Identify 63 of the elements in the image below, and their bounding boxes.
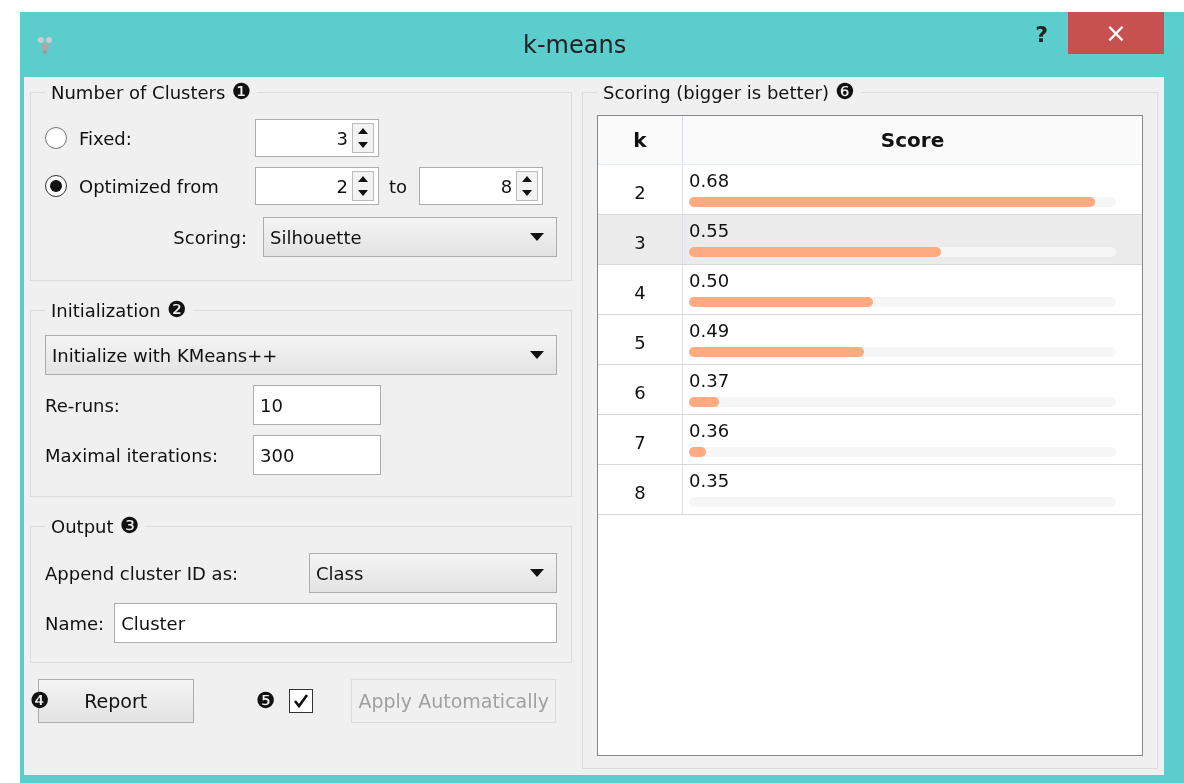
range-label: to <box>389 175 408 197</box>
table-row[interactable]: 3 0.55 <box>598 215 1142 265</box>
table-cell: 4 <box>598 265 683 314</box>
dropdown-caret-icon <box>530 569 544 577</box>
column-header[interactable]: Score <box>683 116 1142 164</box>
spin-arrows-icon[interactable] <box>516 171 539 201</box>
table-row[interactable]: 2 0.68 <box>598 165 1142 215</box>
group-title: Scoring (bigger is better) <box>603 81 829 103</box>
spin-arrows-icon[interactable] <box>352 123 374 153</box>
spin-arrows-icon[interactable] <box>352 171 374 201</box>
table-cell: 8 <box>598 465 683 514</box>
field-label: Maximal iterations: <box>45 444 219 466</box>
dropdown-caret-icon <box>530 233 544 241</box>
radio-label: Optimized from <box>79 175 220 197</box>
table-cell: 2 <box>598 165 683 214</box>
table-cell: 6 <box>598 365 683 414</box>
spin-field[interactable]: 8 <box>419 167 544 205</box>
group-title: Output <box>51 515 114 537</box>
group-title: Initialization <box>51 299 161 321</box>
close-button[interactable]: × <box>1068 12 1164 54</box>
initialization-dropdown[interactable]: Initialize with KMeans++ <box>45 335 557 375</box>
table-row[interactable]: 5 0.49 <box>598 315 1142 365</box>
scoring-dropdown[interactable]: Silhouette <box>263 217 557 257</box>
table-cell: 7 <box>598 415 683 464</box>
table-row[interactable]: 4 0.50 <box>598 265 1142 315</box>
help-button[interactable]: ? <box>1035 22 1048 47</box>
app-icon <box>36 34 54 55</box>
callout-marker: ❺ <box>255 690 276 712</box>
table-cell: 3 <box>598 215 683 264</box>
table-row[interactable]: 7 0.36 <box>598 415 1142 465</box>
table-cell-text: 0.49 <box>689 319 731 343</box>
spin-field[interactable]: 2 <box>255 167 379 205</box>
spin-field[interactable]: 3 <box>255 119 379 157</box>
table-cell-text: 0.68 <box>689 169 731 193</box>
callout-marker: ❷ <box>166 299 187 321</box>
group-title: Number of Clusters <box>51 81 226 103</box>
field-label: Name: <box>45 612 105 634</box>
checkmark-icon <box>292 692 311 710</box>
input-field[interactable]: 10 <box>253 385 381 425</box>
table-cell-text: 0.37 <box>689 369 731 393</box>
checkbox[interactable] <box>289 689 314 713</box>
table-cell-text: 0.35 <box>689 469 731 493</box>
table-cell-text: 0.55 <box>689 219 731 243</box>
column-header[interactable]: k <box>598 116 683 164</box>
append-dropdown[interactable]: Class <box>309 553 557 593</box>
dropdown-caret-icon <box>530 351 544 359</box>
table-cell: 5 <box>598 315 683 364</box>
window-title: k-means <box>522 30 628 59</box>
callout-marker: ❻ <box>835 81 855 103</box>
callout-marker: ❸ <box>119 515 140 537</box>
table-cell-text: 0.50 <box>689 269 731 293</box>
table-row[interactable]: 8 0.35 <box>598 465 1142 515</box>
radio-label: Fixed: <box>79 127 133 149</box>
field-label: Re-runs: <box>45 394 121 416</box>
input-field[interactable]: 300 <box>253 435 381 475</box>
table-cell-text: 0.36 <box>689 419 731 443</box>
radio-button[interactable] <box>45 175 67 197</box>
field-label: Scoring: <box>173 226 247 248</box>
table-row[interactable]: 6 0.37 <box>598 365 1142 415</box>
callout-marker: ❶ <box>231 81 252 103</box>
field-label: Append cluster ID as: <box>45 562 239 584</box>
radio-button[interactable] <box>45 127 67 149</box>
input-field[interactable]: Cluster <box>114 603 557 643</box>
